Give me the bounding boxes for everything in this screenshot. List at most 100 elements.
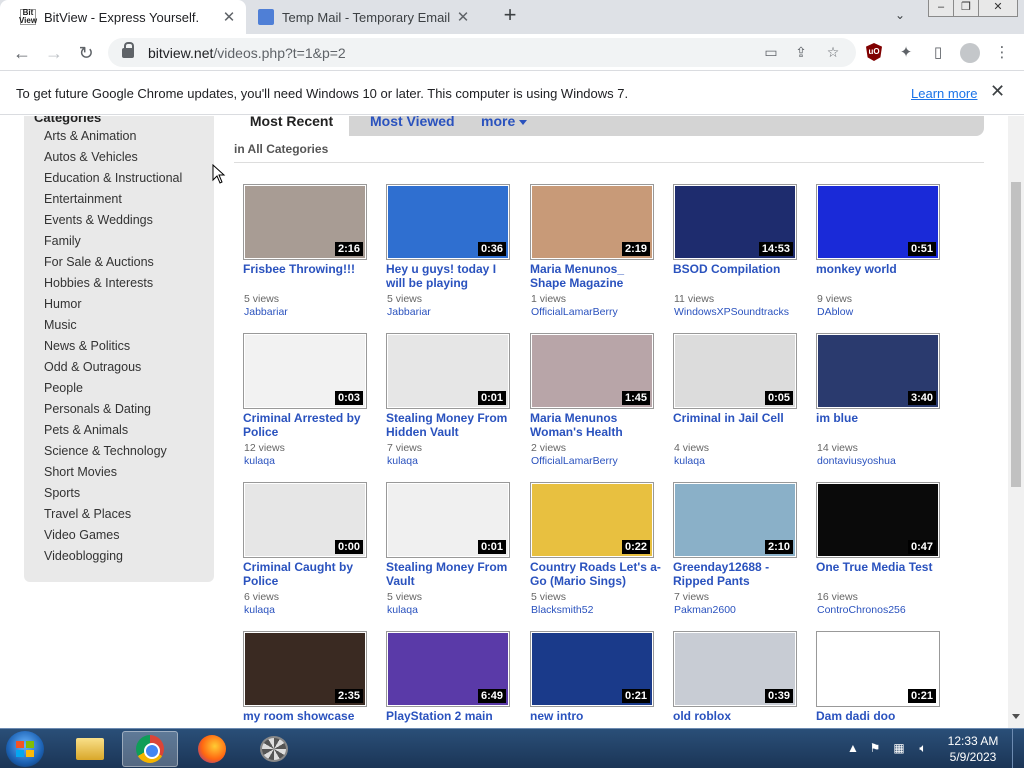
url-text[interactable]: bitview.net/videos.php?t=1&p=2 bbox=[148, 45, 346, 61]
category-link[interactable]: Autos & Vehicles bbox=[44, 147, 182, 168]
profile-avatar-icon[interactable] bbox=[960, 43, 980, 63]
video-thumbnail[interactable]: 1:45 bbox=[530, 333, 654, 409]
video-title-link[interactable]: im blue bbox=[816, 411, 948, 425]
video-title-link[interactable]: my room showcase bbox=[243, 709, 375, 723]
video-thumbnail[interactable]: 2:35 bbox=[243, 631, 367, 707]
bookmark-star-icon[interactable]: ☆ bbox=[824, 44, 842, 62]
video-thumbnail[interactable]: 6:49 bbox=[386, 631, 510, 707]
video-thumbnail[interactable]: 14:53 bbox=[673, 184, 797, 260]
video-thumbnail[interactable]: 2:19 bbox=[530, 184, 654, 260]
author-link[interactable]: dontaviusyoshua bbox=[817, 455, 896, 467]
video-title-link[interactable]: PlayStation 2 main bbox=[386, 709, 518, 723]
volume-icon[interactable]: 🔈︎ bbox=[916, 741, 930, 755]
category-link[interactable]: Arts & Animation bbox=[44, 126, 182, 147]
video-title-link[interactable]: monkey world bbox=[816, 262, 948, 276]
category-link[interactable]: Video Games bbox=[44, 525, 182, 546]
author-link[interactable]: kulaqa bbox=[244, 604, 275, 616]
learn-more-link[interactable]: Learn more bbox=[911, 86, 977, 101]
category-link[interactable]: Hobbies & Interests bbox=[44, 273, 182, 294]
taskbar-firefox[interactable] bbox=[184, 731, 240, 767]
close-window-button[interactable]: ✕ bbox=[978, 0, 1018, 17]
system-clock[interactable]: 12:33 AM 5/9/2023 bbox=[940, 733, 1006, 765]
category-link[interactable]: Odd & Outragous bbox=[44, 357, 182, 378]
video-title-link[interactable]: Greenday12688 - Ripped Pants bbox=[673, 560, 805, 588]
category-link[interactable]: Short Movies bbox=[44, 462, 182, 483]
category-link[interactable]: Entertainment bbox=[44, 189, 182, 210]
tab-bitview[interactable]: Bit View BitView - Express Yourself. ✕ bbox=[0, 0, 246, 34]
video-title-link[interactable]: One True Media Test bbox=[816, 560, 948, 574]
video-title-link[interactable]: Stealing Money From Hidden Vault bbox=[386, 411, 518, 439]
video-title-link[interactable]: Criminal in Jail Cell bbox=[673, 411, 805, 425]
tab-temp-mail[interactable]: Temp Mail - Temporary Email ✕ bbox=[248, 0, 480, 34]
video-title-link[interactable]: Hey u guys! today I will be playing bbox=[386, 262, 518, 290]
video-title-link[interactable]: Frisbee Throwing!!! bbox=[243, 262, 375, 276]
author-link[interactable]: kulaqa bbox=[244, 455, 275, 467]
category-link[interactable]: Family bbox=[44, 231, 182, 252]
cast-blocked-icon[interactable]: ▭ bbox=[762, 44, 780, 62]
category-link[interactable]: Humor bbox=[44, 294, 182, 315]
back-icon[interactable]: ← bbox=[10, 41, 34, 65]
video-thumbnail[interactable]: 0:01 bbox=[386, 482, 510, 558]
taskbar-media-player[interactable] bbox=[246, 731, 302, 767]
video-thumbnail[interactable]: 0:03 bbox=[243, 333, 367, 409]
page-scrollbar[interactable] bbox=[1008, 116, 1024, 728]
author-link[interactable]: kulaqa bbox=[674, 455, 705, 467]
taskbar-explorer[interactable] bbox=[62, 731, 118, 767]
close-icon[interactable]: ✕ bbox=[452, 8, 474, 26]
video-thumbnail[interactable]: 0:21 bbox=[530, 631, 654, 707]
reload-icon[interactable]: ↻ bbox=[74, 41, 98, 65]
video-thumbnail[interactable]: 2:10 bbox=[673, 482, 797, 558]
address-bar[interactable]: bitview.net/videos.php?t=1&p=2 ▭ ⇪ ☆ bbox=[108, 38, 856, 67]
video-title-link[interactable]: Stealing Money From Vault bbox=[386, 560, 518, 588]
scroll-down-icon[interactable] bbox=[1012, 714, 1020, 719]
taskbar-chrome[interactable] bbox=[122, 731, 178, 767]
chevron-down-icon[interactable]: ⌄ bbox=[895, 8, 905, 22]
forward-icon[interactable]: → bbox=[42, 41, 66, 65]
category-link[interactable]: Events & Weddings bbox=[44, 210, 182, 231]
video-thumbnail[interactable]: 0:36 bbox=[386, 184, 510, 260]
video-thumbnail[interactable]: 0:21 bbox=[816, 631, 940, 707]
tab-most-viewed[interactable]: Most Viewed bbox=[370, 116, 455, 132]
author-link[interactable]: DAblow bbox=[817, 306, 853, 318]
category-link[interactable]: People bbox=[44, 378, 182, 399]
ublock-extension-icon[interactable]: uO bbox=[866, 43, 882, 61]
author-link[interactable]: Jabbariar bbox=[244, 306, 288, 318]
category-link[interactable]: Music bbox=[44, 315, 182, 336]
scrollbar-thumb[interactable] bbox=[1011, 182, 1021, 487]
category-link[interactable]: Sports bbox=[44, 483, 182, 504]
video-thumbnail[interactable]: 3:40 bbox=[816, 333, 940, 409]
author-link[interactable]: Jabbariar bbox=[387, 306, 431, 318]
video-title-link[interactable]: Criminal Arrested by Police bbox=[243, 411, 375, 439]
side-panel-icon[interactable]: ▯ bbox=[928, 43, 948, 63]
category-link[interactable]: Pets & Animals bbox=[44, 420, 182, 441]
video-thumbnail[interactable]: 0:47 bbox=[816, 482, 940, 558]
author-link[interactable]: OfficialLamarBerry bbox=[531, 455, 618, 467]
video-title-link[interactable]: Dam dadi doo bbox=[816, 709, 948, 723]
lock-icon[interactable] bbox=[122, 41, 134, 58]
video-title-link[interactable]: Maria Menunos Woman's Health bbox=[530, 411, 662, 439]
restore-button[interactable]: ❐ bbox=[953, 0, 979, 17]
author-link[interactable]: kulaqa bbox=[387, 604, 418, 616]
show-desktop-button[interactable] bbox=[1012, 729, 1024, 768]
video-thumbnail[interactable]: 0:05 bbox=[673, 333, 797, 409]
minimize-button[interactable]: – bbox=[928, 0, 954, 17]
category-link[interactable]: News & Politics bbox=[44, 336, 182, 357]
category-link[interactable]: Videoblogging bbox=[44, 546, 182, 567]
video-thumbnail[interactable]: 0:01 bbox=[386, 333, 510, 409]
menu-kebab-icon[interactable]: ⋮ bbox=[992, 43, 1012, 63]
tray-expand-icon[interactable]: ▲ bbox=[846, 741, 860, 755]
author-link[interactable]: WindowsXPSoundtracks bbox=[674, 306, 789, 318]
tab-more[interactable]: more bbox=[481, 116, 528, 132]
author-link[interactable]: OfficialLamarBerry bbox=[531, 306, 618, 318]
share-icon[interactable]: ⇪ bbox=[792, 44, 810, 62]
action-center-flag-icon[interactable]: ⚑ bbox=[868, 741, 882, 755]
author-link[interactable]: Pakman2600 bbox=[674, 604, 736, 616]
video-thumbnail[interactable]: 0:22 bbox=[530, 482, 654, 558]
category-link[interactable]: For Sale & Auctions bbox=[44, 252, 182, 273]
video-thumbnail[interactable]: 0:39 bbox=[673, 631, 797, 707]
video-title-link[interactable]: Criminal Caught by Police bbox=[243, 560, 375, 588]
start-button[interactable] bbox=[6, 731, 44, 767]
video-title-link[interactable]: old roblox bbox=[673, 709, 805, 723]
network-icon[interactable]: ▦ bbox=[892, 741, 906, 755]
close-icon[interactable]: ✕ bbox=[218, 8, 240, 26]
